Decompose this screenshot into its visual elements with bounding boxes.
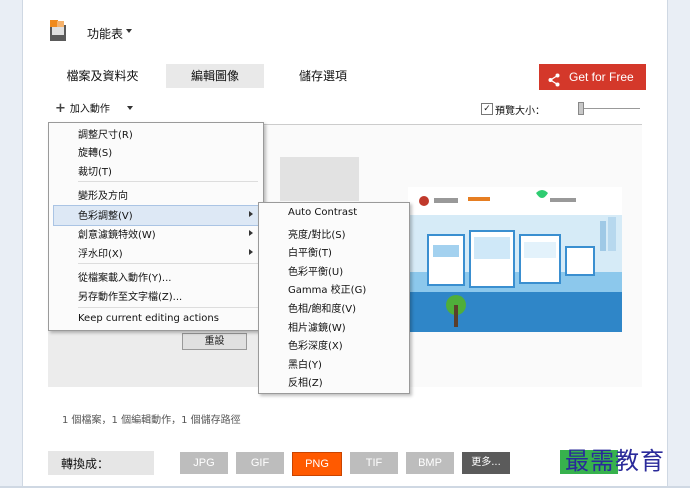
watermark-text: 最需教育 <box>565 447 665 475</box>
format-bmp-button[interactable]: BMP <box>406 452 454 474</box>
app-menu-title[interactable]: 功能表 <box>87 25 123 42</box>
menu-separator <box>78 307 258 308</box>
submenu-item-hue-saturation[interactable]: 色相/飽和度(V) <box>288 300 356 315</box>
submenu-item-color-depth[interactable]: 色彩深度(X) <box>288 337 343 352</box>
submenu-item-color-balance[interactable]: 色彩平衡(U) <box>288 263 343 278</box>
get-for-free-button[interactable]: Get for Free <box>539 64 646 90</box>
window-frame-right <box>667 0 690 488</box>
menu-item-rotate[interactable]: 旋轉(S) <box>78 144 112 159</box>
menu-item-creative-filters[interactable]: 創意濾鏡特效(W) <box>78 226 156 241</box>
get-for-free-label: Get for Free <box>569 70 634 84</box>
submenu-item-photo-filter[interactable]: 相片濾鏡(W) <box>288 319 346 334</box>
status-text: 1 個檔案，1 個編輯動作，1 個儲存路徑 <box>62 415 241 426</box>
menu-item-load-actions[interactable]: 從檔案載入動作(Y)... <box>78 269 171 284</box>
more-formats-button[interactable]: 更多... <box>462 452 510 474</box>
preview-thumbnail-image <box>408 187 622 332</box>
menu-item-save-actions[interactable]: 另存動作至文字檔(Z)... <box>78 288 182 303</box>
share-icon <box>548 70 560 96</box>
menu-item-resize[interactable]: 調整尺寸(R) <box>78 126 133 141</box>
format-tif-button[interactable]: TIF <box>350 452 398 474</box>
window-frame-left <box>0 0 23 488</box>
menu-item-color-adjust[interactable]: 色彩調整(V) <box>78 207 133 222</box>
submenu-item-gamma[interactable]: Gamma 校正(G) <box>288 281 366 296</box>
preview-size-checkbox[interactable]: ✓ <box>481 103 493 115</box>
menu-item-transform[interactable]: 變形及方向 <box>78 187 128 202</box>
format-gif-button[interactable]: GIF <box>236 452 284 474</box>
preview-size-slider-track[interactable] <box>580 108 640 109</box>
chevron-right-icon <box>249 230 253 236</box>
tab-files-folders[interactable]: 檔案及資料夾 <box>55 64 150 88</box>
preview-size-slider-handle[interactable] <box>578 102 584 115</box>
tab-save-options[interactable]: 儲存選項 <box>283 64 363 88</box>
chevron-right-icon <box>249 249 253 255</box>
menu-separator <box>78 181 258 182</box>
menu-item-watermark[interactable]: 浮水印(X) <box>78 245 123 260</box>
menu-item-keep-actions[interactable]: Keep current editing actions <box>78 313 219 324</box>
preview-size-label: 預覽大小： <box>495 106 545 117</box>
submenu-item-white-balance[interactable]: 白平衡(T) <box>288 244 332 259</box>
chevron-down-icon[interactable] <box>127 106 133 110</box>
tab-edit-images[interactable]: 編輯圖像 <box>166 64 264 88</box>
add-action-label: 加入動作 <box>69 104 110 115</box>
add-action-button[interactable]: + 加入動作 <box>55 100 110 116</box>
format-png-button[interactable]: PNG <box>292 452 342 476</box>
reset-button[interactable]: 重設 <box>182 333 247 350</box>
menu-separator <box>78 263 258 264</box>
submenu-item-brightness-contrast[interactable]: 亮度/對比(S) <box>288 226 346 241</box>
chevron-down-icon[interactable] <box>126 29 132 33</box>
convert-label: 轉換成： <box>61 457 110 471</box>
app-logo-icon[interactable] <box>48 19 70 43</box>
submenu-item-auto-contrast[interactable]: Auto Contrast <box>288 207 357 218</box>
plus-icon: + <box>55 101 66 116</box>
preview-placeholder <box>280 157 359 201</box>
format-jpg-button[interactable]: JPG <box>180 452 228 474</box>
chevron-right-icon <box>249 211 253 217</box>
submenu-item-black-white[interactable]: 黑白(Y) <box>288 356 322 371</box>
menu-item-crop[interactable]: 裁切(T) <box>78 163 112 178</box>
submenu-item-invert[interactable]: 反相(Z) <box>288 374 323 389</box>
